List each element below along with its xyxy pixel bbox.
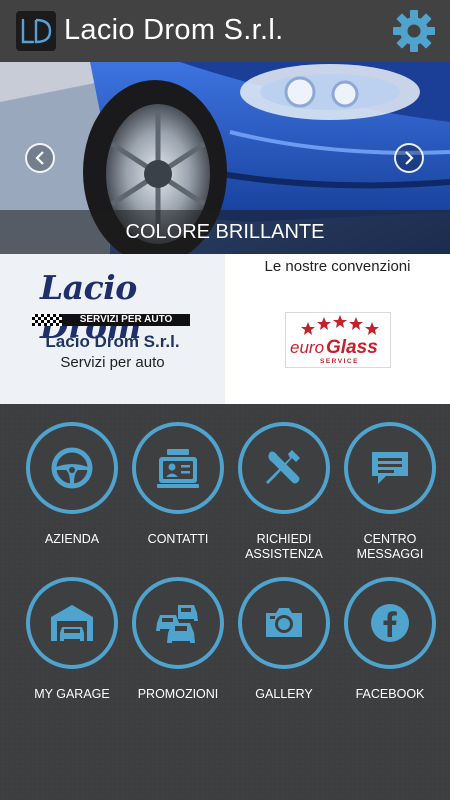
contact-card-icon	[157, 449, 199, 488]
menu-item-circle	[132, 577, 224, 669]
hero-banner[interactable]: COLORE BRILLANTE	[0, 62, 450, 254]
conventions-title: Le nostre convenzioni	[264, 258, 411, 275]
menu-item-circle	[26, 422, 118, 514]
menu-item-circle	[26, 577, 118, 669]
menu-item-label: CENTRO MESSAGGI	[356, 532, 424, 561]
menu-item-circle	[238, 422, 330, 514]
menu-item-circle	[344, 422, 436, 514]
menu-item-centro-messaggi[interactable]: CENTRO MESSAGGI	[337, 422, 443, 572]
facebook-icon	[371, 604, 409, 642]
gear-icon[interactable]	[392, 9, 436, 53]
menu-item-label: RICHIEDI ASSISTENZA	[245, 532, 323, 561]
ld-logo-icon	[21, 18, 52, 44]
menu-item-label: MY GARAGE	[34, 687, 110, 701]
app-root: Lacio Drom S.r.l. COLORE BRILLANTE Lacio…	[0, 0, 450, 800]
banner-prev-button[interactable]	[25, 143, 55, 173]
menu-item-label: FACEBOOK	[355, 687, 425, 701]
chevron-left-icon	[35, 151, 44, 165]
checkered-flag-icon	[32, 314, 62, 326]
company-name: Lacio Drom S.r.l.	[45, 332, 180, 351]
menu-item-gallery[interactable]: GALLERY	[231, 577, 337, 727]
company-logo-tagline: SERVIZI PER AUTO	[62, 314, 190, 326]
euroglass-text-glass: Glass	[326, 337, 378, 358]
app-header: Lacio Drom S.r.l.	[0, 0, 450, 62]
menu-item-contatti[interactable]: CONTATTI	[125, 422, 231, 572]
menu-item-label: AZIENDA	[44, 532, 100, 546]
menu-item-circle	[344, 577, 436, 669]
info-section: Lacio Drom SERVIZI PER AUTO Lacio Drom S…	[0, 254, 450, 404]
camera-icon	[266, 608, 302, 637]
euroglass-logo[interactable]: euro Glass SERVICE	[285, 312, 391, 368]
app-title: Lacio Drom S.r.l.	[64, 14, 284, 46]
euroglass-text-service: SERVICE	[320, 358, 359, 365]
menu-item-circle	[238, 577, 330, 669]
garage-icon	[51, 605, 93, 641]
menu-item-richiedi-assistenza[interactable]: RICHIEDI ASSISTENZA	[231, 422, 337, 572]
app-logo	[16, 11, 56, 51]
menu-item-label: CONTATTI	[147, 532, 209, 546]
chevron-right-icon	[405, 151, 414, 165]
menu-grid: AZIENDA CONTATTI RICHIEDI ASSISTENZA CEN…	[0, 404, 450, 800]
euroglass-logo-graphic: euro Glass SERVICE	[290, 315, 379, 365]
banner-caption: COLORE BRILLANTE	[0, 210, 450, 254]
menu-item-label: PROMOZIONI	[137, 687, 219, 701]
menu-item-label: GALLERY	[255, 687, 313, 701]
menu-item-promozioni[interactable]: PROMOZIONI	[125, 577, 231, 727]
menu-item-azienda[interactable]: AZIENDA	[19, 422, 125, 572]
menu-item-my-garage[interactable]: MY GARAGE	[19, 577, 125, 727]
banner-next-button[interactable]	[394, 143, 424, 173]
steering-wheel-icon	[51, 447, 93, 489]
tools-icon	[266, 450, 300, 484]
menu-item-facebook[interactable]: FACEBOOK	[337, 577, 443, 727]
message-icon	[372, 452, 408, 484]
company-logo-strip: SERVIZI PER AUTO	[32, 314, 190, 326]
company-subtitle: Servizi per auto	[60, 354, 165, 371]
menu-item-circle	[132, 422, 224, 514]
euroglass-text-euro: euro	[290, 338, 324, 357]
cars-icon	[156, 605, 198, 643]
company-card[interactable]: Lacio Drom SERVIZI PER AUTO Lacio Drom S…	[0, 254, 225, 404]
